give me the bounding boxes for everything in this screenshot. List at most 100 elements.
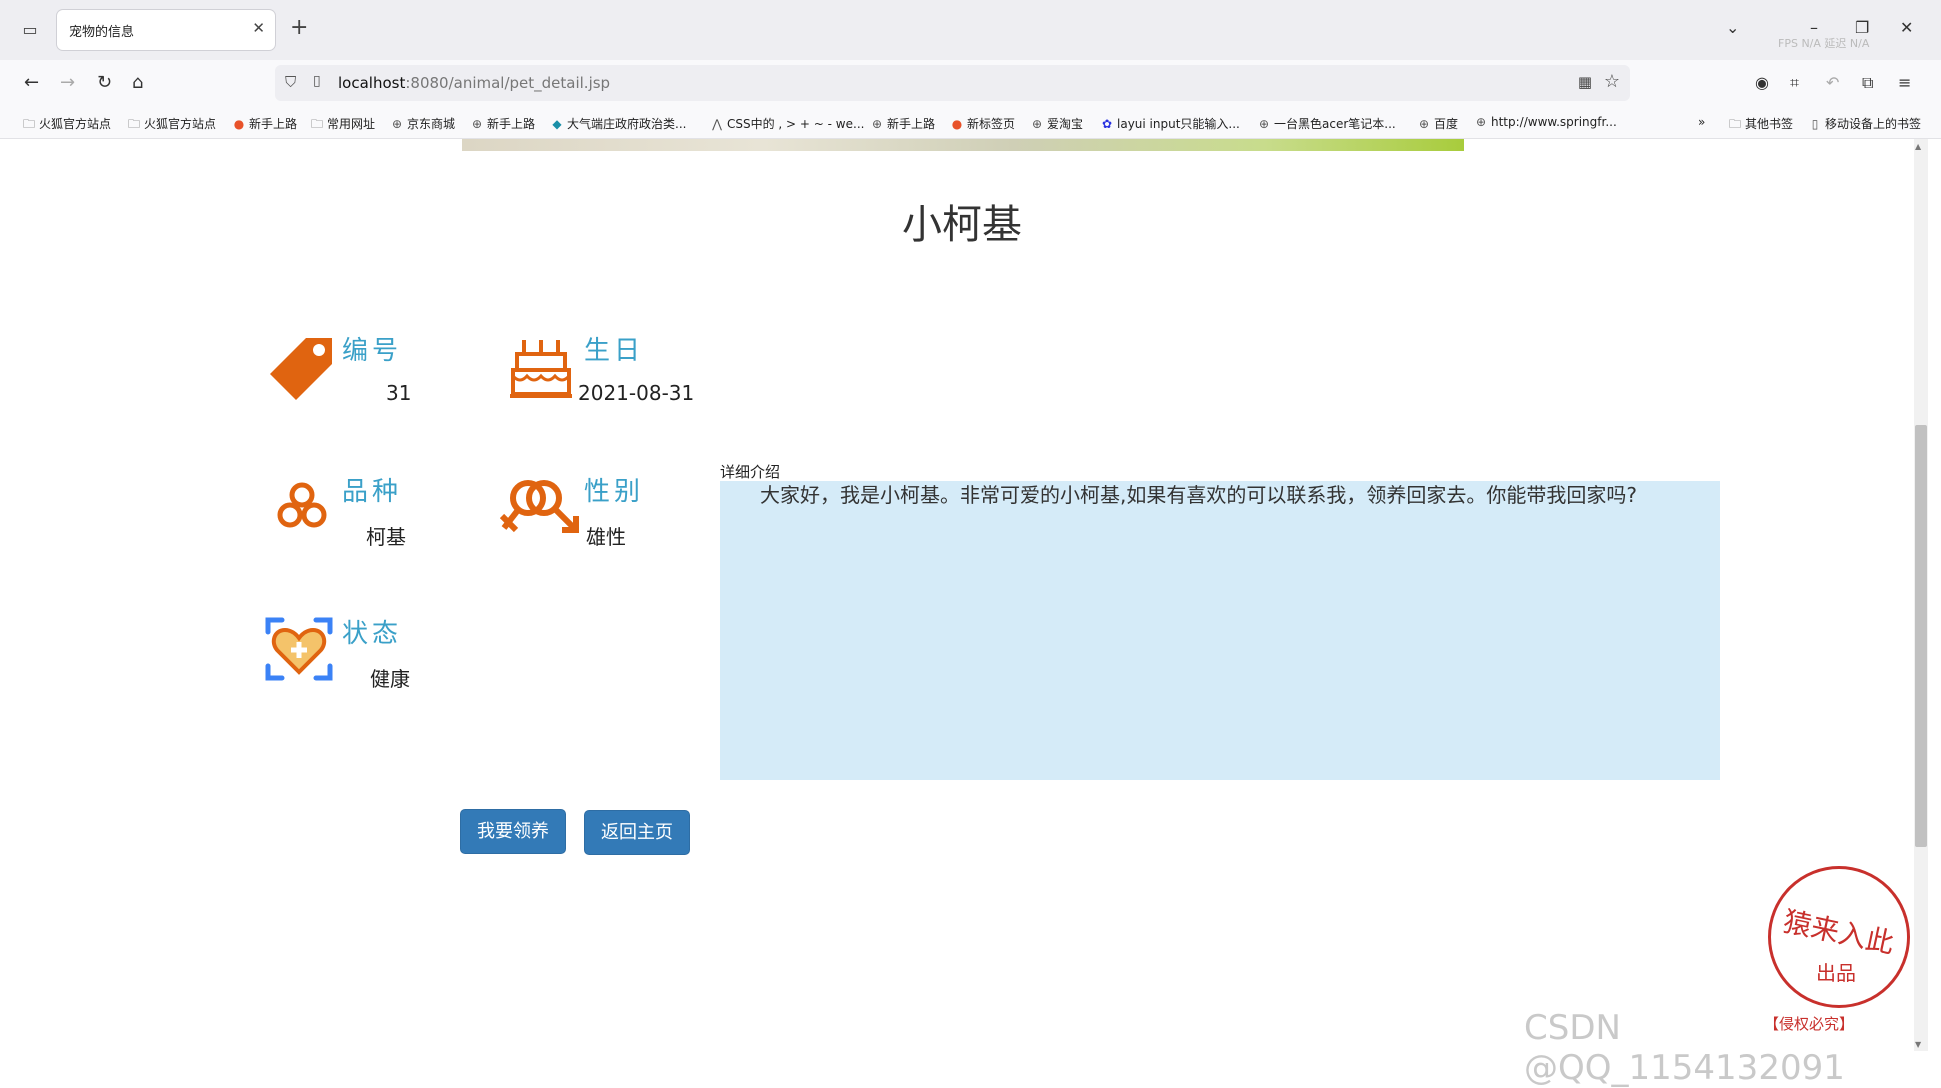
folder-icon: 🗀	[1728, 117, 1741, 131]
tab-title: 宠物的信息	[69, 25, 135, 40]
scroll-up-icon[interactable]: ▲	[1915, 142, 1921, 151]
site-icon: ◆	[552, 117, 562, 131]
bookmark-label: http://www.springfr...	[1491, 115, 1617, 129]
bookmark-item[interactable]: ⊕ 百度	[1417, 115, 1458, 132]
folder-icon: 🗀	[22, 117, 35, 131]
bookmark-label: layui input只能输入...	[1117, 117, 1240, 131]
id-label: 编号	[342, 336, 403, 366]
bookmark-item[interactable]: ⊕ 京东商城	[390, 115, 455, 132]
breed-label: 品种	[342, 477, 403, 507]
mobile-bookmarks[interactable]: ▯ 移动设备上的书签	[1808, 115, 1921, 132]
bookmark-item[interactable]: ● 新手上路	[232, 115, 297, 132]
detail-caption: 详细介绍	[720, 463, 781, 481]
page-content: 小柯基 编号 31 生日 2021-08-31 品种 柯基 性别 雄性 状态 健…	[10, 139, 1914, 1051]
bookmark-label: 百度	[1434, 117, 1459, 131]
firefox-icon: ●	[233, 117, 245, 131]
gender-icon	[500, 480, 579, 533]
bookmark-label: 一台黑色acer笔记本...	[1274, 117, 1396, 131]
back-home-button[interactable]: 返回主页	[584, 810, 690, 855]
bookmark-item[interactable]: ⊕ 新手上路	[470, 115, 535, 132]
globe-icon: ⊕	[871, 117, 883, 131]
close-window-icon[interactable]: ✕	[1900, 18, 1913, 37]
mobile-icon: ▯	[1811, 117, 1819, 131]
back-icon[interactable]: ←	[24, 72, 39, 93]
folder-icon: 🗀	[127, 117, 140, 131]
bookmark-item[interactable]: 🗀 火狐官方站点	[127, 115, 216, 136]
bookmark-label: 火狐官方站点	[39, 117, 112, 131]
bookmark-item[interactable]: 🗀 火狐官方站点	[22, 115, 111, 136]
id-value: 31	[386, 381, 412, 405]
undo-icon[interactable]: ↶	[1826, 73, 1839, 92]
menu-icon[interactable]: ≡	[1898, 73, 1911, 92]
bookmark-item[interactable]: ◆ 大气端庄政府政治类...	[550, 115, 686, 132]
tab-pet-info[interactable]: 宠物的信息 ✕	[57, 10, 275, 50]
bookmark-label: 爱淘宝	[1047, 117, 1084, 131]
url-bar[interactable]: ⛉ ▯ localhost:8080/animal/pet_detail.jsp…	[275, 65, 1630, 101]
bookmark-item[interactable]: ⊕ 爱淘宝	[1030, 115, 1083, 132]
bookmark-label: 火狐官方站点	[144, 117, 217, 131]
globe-icon: ⊕	[1031, 117, 1043, 131]
firefox-icon: ●	[951, 117, 963, 131]
bookmark-label: 大气端庄政府政治类...	[567, 117, 687, 131]
account-icon[interactable]: ◉	[1755, 73, 1769, 92]
bookmark-label: CSS中的 , > + ~ - we...	[727, 117, 865, 131]
bookmark-item[interactable]: ⊕ http://www.springfr...	[1474, 115, 1617, 129]
tab-list-icon[interactable]: ▭	[18, 18, 42, 42]
extensions-icon[interactable]: ⧉	[1862, 73, 1873, 93]
fps-readout: FPS N/A 延迟 N/A	[1778, 37, 1870, 50]
new-tab-icon[interactable]: +	[290, 17, 308, 39]
folder-icon: 🗀	[310, 117, 323, 131]
gender-label: 性别	[584, 477, 645, 507]
tab-overflow-chevron-icon[interactable]: ⌄	[1726, 18, 1739, 37]
health-status-icon	[265, 617, 333, 681]
shield-icon[interactable]: ⛉	[285, 73, 296, 91]
bookmark-item[interactable]: ⊕ 一台黑色acer笔记本...	[1257, 115, 1396, 132]
bookmark-item[interactable]: ⋀ CSS中的 , > + ~ - we...	[710, 115, 864, 132]
forward-icon[interactable]: →	[60, 72, 75, 93]
pet-name-title: 小柯基	[902, 202, 1022, 248]
adopt-button[interactable]: 我要领养	[460, 809, 566, 854]
bookmark-label: 新手上路	[249, 117, 298, 131]
navigation-bar: ← → ↻ ⌂ ⛉ ▯ localhost:8080/animal/pet_de…	[0, 60, 1941, 108]
page-icon: ▯	[313, 73, 321, 89]
codepen-icon: ⋀	[712, 117, 722, 131]
breed-value: 柯基	[366, 525, 406, 549]
other-bookmarks-label: 其他书签	[1745, 117, 1794, 131]
reload-icon[interactable]: ↻	[97, 72, 112, 93]
globe-icon: ⊕	[1418, 117, 1430, 131]
birthday-cake-icon	[510, 340, 572, 398]
bookmarks-bar: 🗀 火狐官方站点 🗀 火狐官方站点 ● 新手上路 🗀 常用网址 ⊕ 京东商城 ⊕ 新手上路 ◆ 大气端庄政…	[0, 108, 1941, 139]
qr-code-icon[interactable]: ▦	[1578, 73, 1592, 91]
bookmark-label: 京东商城	[407, 117, 456, 131]
globe-icon: ⊕	[391, 117, 403, 131]
publisher-stamp: 猿来入此 出品	[1768, 866, 1910, 1008]
detail-description: 大家好，我是小柯基。非常可爱的小柯基,如果有喜欢的可以联系我，领养回家去。你能带…	[720, 481, 1720, 780]
bookmark-item[interactable]: ⊕ 新手上路	[870, 115, 935, 132]
url-text[interactable]: localhost:8080/animal/pet_detail.jsp	[338, 74, 610, 92]
bookmark-label: 新标签页	[967, 117, 1016, 131]
birthday-label: 生日	[584, 336, 645, 366]
baidu-icon: ✿	[1101, 117, 1113, 131]
home-icon[interactable]: ⌂	[132, 72, 143, 93]
bookmark-label: 新手上路	[887, 117, 936, 131]
scrollbar-thumb[interactable]	[1915, 425, 1927, 847]
bookmark-item[interactable]: 🗀 常用网址	[310, 115, 375, 136]
other-bookmarks[interactable]: 🗀 其他书签	[1728, 115, 1793, 136]
banner-image	[462, 139, 1464, 151]
breed-icon	[277, 482, 327, 528]
bookmark-item[interactable]: ● 新标签页	[950, 115, 1015, 132]
status-value: 健康	[370, 667, 410, 691]
screenshot-icon[interactable]: ⌗	[1790, 73, 1799, 93]
birthday-value: 2021-08-31	[578, 381, 695, 405]
bookmark-label: 常用网址	[327, 117, 376, 131]
close-tab-icon[interactable]: ✕	[252, 19, 265, 37]
bookmark-star-icon[interactable]: ☆	[1604, 71, 1620, 92]
tag-icon	[270, 338, 332, 400]
bookmarks-overflow-icon[interactable]: »	[1698, 115, 1705, 129]
globe-icon: ⊕	[471, 117, 483, 131]
globe-icon: ⊕	[1475, 115, 1487, 129]
csdn-watermark: CSDN @QQ_1154132091	[1524, 1008, 1845, 1088]
bookmark-item[interactable]: ✿ layui input只能输入...	[1100, 115, 1240, 132]
mobile-bookmarks-label: 移动设备上的书签	[1825, 117, 1922, 131]
globe-icon: ⊕	[1258, 117, 1270, 131]
